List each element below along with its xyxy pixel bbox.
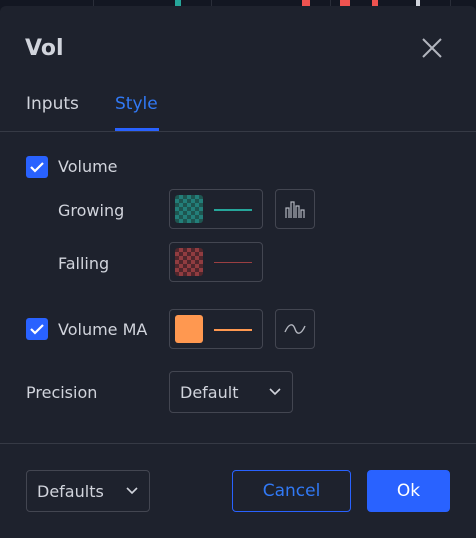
plot-style-button[interactable]	[275, 189, 315, 229]
tab-style[interactable]: Style	[115, 90, 158, 132]
volume-ma-label: Volume MA	[58, 320, 148, 339]
volume-ma-line-preview	[214, 329, 252, 331]
close-icon[interactable]	[418, 34, 446, 62]
falling-color-swatch	[175, 248, 203, 276]
volume-ma-color-picker[interactable]	[169, 309, 263, 349]
falling-line-preview	[214, 262, 252, 263]
growing-line-preview	[214, 209, 252, 211]
footer-divider	[0, 443, 476, 444]
bar-columns-icon	[285, 201, 305, 218]
tabs-divider	[0, 131, 476, 132]
precision-value: Default	[180, 383, 239, 402]
chevron-down-icon	[269, 388, 281, 396]
volume-ma-checkbox[interactable]	[26, 318, 48, 340]
indicator-settings-dialog: Vol Inputs Style Volume Growing Falling	[0, 6, 476, 538]
falling-label: Falling	[58, 254, 110, 273]
chevron-down-icon	[126, 487, 138, 495]
tab-bar: Inputs Style	[0, 90, 476, 134]
dialog-title: Vol	[25, 36, 64, 61]
growing-color-swatch	[175, 195, 203, 223]
volume-ma-color-swatch	[175, 315, 203, 343]
defaults-label: Defaults	[37, 482, 104, 501]
checkmark-icon	[30, 162, 44, 173]
line-style-button[interactable]	[275, 309, 315, 349]
falling-color-picker[interactable]	[169, 242, 263, 282]
precision-select[interactable]: Default	[169, 371, 293, 413]
precision-label: Precision	[26, 383, 98, 402]
growing-color-picker[interactable]	[169, 189, 263, 229]
ok-button[interactable]: Ok	[367, 470, 450, 512]
tab-inputs[interactable]: Inputs	[26, 90, 79, 132]
wave-line-icon	[284, 324, 306, 334]
volume-label: Volume	[58, 157, 118, 176]
cancel-button[interactable]: Cancel	[232, 470, 351, 512]
volume-checkbox[interactable]	[26, 156, 48, 178]
defaults-dropdown[interactable]: Defaults	[26, 470, 150, 512]
checkmark-icon	[30, 324, 44, 335]
growing-label: Growing	[58, 201, 125, 220]
